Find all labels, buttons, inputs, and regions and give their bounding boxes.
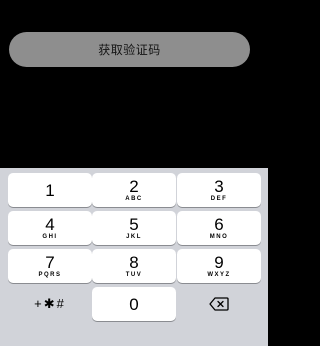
key-9[interactable]: 9 WXYZ xyxy=(177,249,261,283)
key-letters: MNO xyxy=(209,233,229,240)
key-letters: JKL xyxy=(126,233,142,240)
key-7[interactable]: 7 PQRS xyxy=(8,249,92,283)
key-3[interactable]: 3 DEF xyxy=(177,173,261,207)
key-letters: WXYZ xyxy=(207,271,231,278)
symbols-key[interactable]: +✱# xyxy=(8,287,92,321)
key-digit: 1 xyxy=(45,180,55,200)
key-letters: GHI xyxy=(42,233,58,240)
key-digit: 0 xyxy=(129,294,139,314)
key-6[interactable]: 6 MNO xyxy=(177,211,261,245)
key-digit: 4 xyxy=(45,214,55,234)
key-digit: 8 xyxy=(129,252,139,272)
key-digit: 5 xyxy=(129,214,139,234)
key-digit: 7 xyxy=(45,252,55,272)
key-2[interactable]: 2 ABC xyxy=(92,173,176,207)
key-digit: 6 xyxy=(214,214,224,234)
delete-key[interactable] xyxy=(177,287,261,321)
key-digit: 3 xyxy=(214,176,224,196)
key-digit: 9 xyxy=(214,252,224,272)
key-8[interactable]: 8 TUV xyxy=(92,249,176,283)
key-letters: TUV xyxy=(125,271,143,278)
delete-icon xyxy=(209,297,229,311)
key-4[interactable]: 4 GHI xyxy=(8,211,92,245)
key-letters: DEF xyxy=(210,195,228,202)
screen-top-area: 获取验证码 xyxy=(0,0,268,168)
key-1[interactable]: 1 xyxy=(8,173,92,207)
key-letters: ABC xyxy=(125,195,143,202)
key-digit: 2 xyxy=(129,176,139,196)
key-letters: PQRS xyxy=(38,271,62,278)
key-5[interactable]: 5 JKL xyxy=(92,211,176,245)
key-0[interactable]: 0 xyxy=(92,287,176,321)
symbols-label: +✱# xyxy=(34,296,66,311)
get-verification-code-button[interactable]: 获取验证码 xyxy=(9,32,250,67)
